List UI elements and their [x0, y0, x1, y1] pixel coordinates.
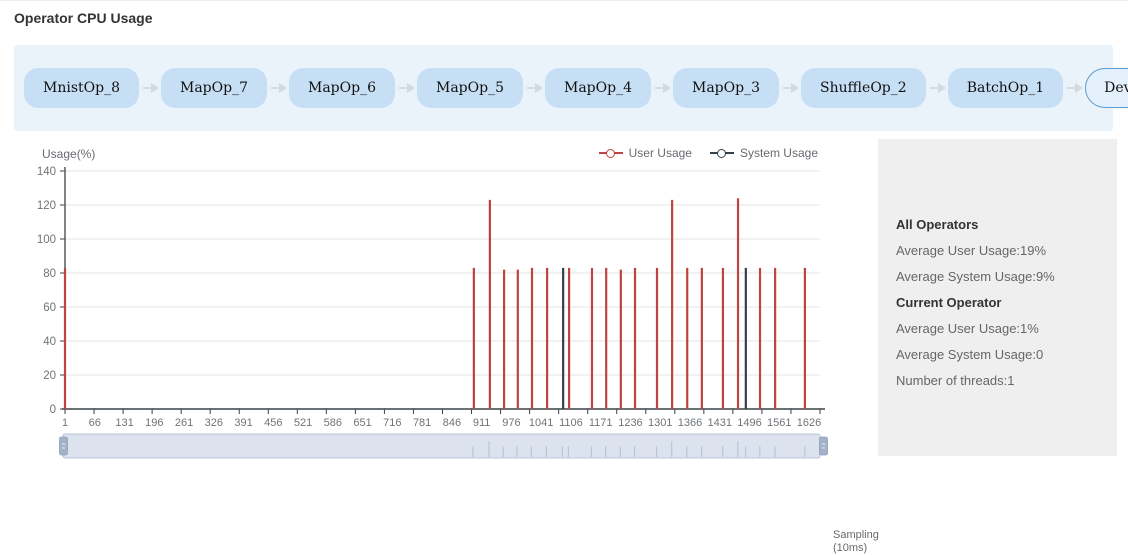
x-axis-tick-label: 131	[115, 417, 133, 429]
stats-row: Average System Usage:9%	[896, 269, 1105, 284]
operator-node-mapop_7[interactable]: MapOp_7	[161, 68, 267, 108]
pipeline-arrow-icon	[397, 83, 415, 93]
x-axis-tick-label: 911	[473, 417, 491, 429]
stats-section-header: Current Operator	[896, 295, 1105, 310]
x-axis-tick-label: 846	[443, 417, 461, 429]
pipeline-arrow-icon	[928, 83, 946, 93]
x-axis-tick-label: 1	[62, 417, 68, 429]
x-axis-tick-label: 1106	[559, 417, 583, 429]
legend-item-user-usage[interactable]: User Usage	[599, 146, 692, 160]
legend-marker-icon	[710, 147, 734, 159]
x-axis-tick-label: 781	[413, 417, 431, 429]
stats-row: Average User Usage:19%	[896, 243, 1105, 258]
legend-label: System Usage	[740, 146, 818, 160]
stats-panel: All Operators Average User Usage:19% Avera…	[878, 139, 1117, 456]
x-axis-tick-label: 196	[145, 417, 163, 429]
operator-node-mapop_3[interactable]: MapOp_3	[673, 68, 779, 108]
stats-row: Average User Usage:1%	[896, 321, 1105, 336]
operator-pipeline: MnistOp_8 MapOp_7 MapOp_6 MapOp_5 MapOp_4 Map…	[14, 45, 1113, 131]
x-axis-title-line1: Sampling	[833, 529, 879, 542]
pipeline-arrow-icon	[269, 83, 287, 93]
x-axis-tick-label: 1626	[797, 417, 821, 429]
y-axis-tick-label: 140	[37, 166, 56, 178]
operator-node-devicequeueop_0[interactable]: DeviceQueueOp_0	[1085, 68, 1128, 108]
y-axis-tick-label: 120	[37, 200, 56, 212]
operator-node-mnistop_8[interactable]: MnistOp_8	[24, 68, 139, 108]
y-axis-tick-label: 40	[43, 336, 56, 348]
x-axis-tick-label: 586	[324, 417, 342, 429]
y-axis-tick-label: 0	[50, 404, 56, 416]
x-axis-tick-label: 651	[353, 417, 371, 429]
x-axis-tick-label: 456	[264, 417, 282, 429]
datazoom-right-handle[interactable]	[820, 437, 828, 455]
x-axis-tick-label: 1041	[529, 417, 553, 429]
x-axis-title-line2: (10ms)	[833, 542, 879, 555]
operator-node-shuffleop_2[interactable]: ShuffleOp_2	[801, 68, 926, 108]
x-axis-tick-label: 326	[205, 417, 223, 429]
chart-legend: User Usage System Usage	[599, 146, 818, 160]
x-axis-title: Sampling (10ms)	[833, 529, 879, 555]
x-axis-tick-label: 521	[294, 417, 312, 429]
operator-node-mapop_6[interactable]: MapOp_6	[289, 68, 395, 108]
y-axis-tick-label: 20	[43, 370, 56, 382]
x-axis-tick-label: 391	[234, 417, 252, 429]
operator-node-mapop_4[interactable]: MapOp_4	[545, 68, 651, 108]
x-axis-tick-label: 261	[175, 417, 193, 429]
x-axis-tick-label: 1431	[707, 417, 731, 429]
x-axis-tick-label: 1496	[737, 417, 761, 429]
cpu-usage-chart: Usage(%) User Usage System Usage 0 20 40 60 8…	[0, 133, 876, 467]
x-axis-tick-label: 1171	[589, 417, 613, 429]
x-axis-tick-label: 716	[383, 417, 401, 429]
legend-item-system-usage[interactable]: System Usage	[710, 146, 818, 160]
pipeline-arrow-icon	[1065, 83, 1083, 93]
pipeline-arrow-icon	[525, 83, 543, 93]
datazoom-track[interactable]	[63, 434, 820, 458]
operator-cpu-usage-page: { "title": "Operator CPU Usage", "pipeli…	[0, 0, 1128, 466]
pipeline-arrow-icon	[653, 83, 671, 93]
x-axis-tick-label: 66	[89, 417, 101, 429]
x-axis-tick-label: 1561	[767, 417, 791, 429]
operator-node-mapop_5[interactable]: MapOp_5	[417, 68, 523, 108]
x-axis-tick-label: 1366	[678, 417, 702, 429]
legend-label: User Usage	[629, 146, 692, 160]
datazoom-left-handle[interactable]	[60, 437, 68, 455]
chart-canvas: 0 20 40 60 80 100 120 140 1 66 131 196 261 326 391 456 5…	[0, 133, 876, 467]
x-axis-tick-label: 976	[502, 417, 520, 429]
stats-row: Number of threads:1	[896, 373, 1105, 388]
operator-node-batchop_1[interactable]: BatchOp_1	[948, 68, 1063, 108]
pipeline-arrow-icon	[781, 83, 799, 93]
stats-row: Average System Usage:0	[896, 347, 1105, 362]
pipeline-arrow-icon	[141, 83, 159, 93]
page-title: Operator CPU Usage	[14, 10, 152, 26]
y-axis-title: Usage(%)	[42, 147, 95, 161]
y-axis-tick-label: 80	[43, 268, 56, 280]
stats-section-header: All Operators	[896, 217, 1105, 232]
legend-marker-icon	[599, 147, 623, 159]
y-axis-tick-label: 60	[43, 302, 56, 314]
x-axis-tick-label: 1236	[618, 417, 642, 429]
x-axis-tick-label: 1301	[648, 417, 672, 429]
y-axis-tick-label: 100	[37, 234, 56, 246]
